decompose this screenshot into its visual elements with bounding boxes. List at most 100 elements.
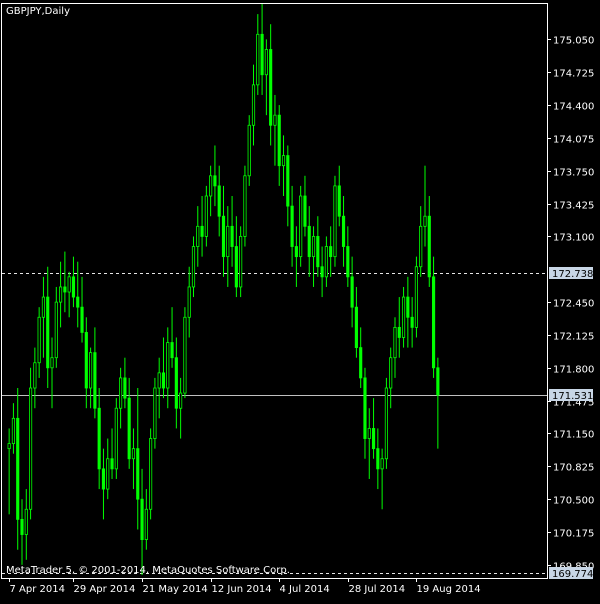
y-tick-label: 170.825 bbox=[553, 463, 594, 474]
candle-body-bearish bbox=[230, 225, 234, 247]
candle-body-bullish bbox=[209, 175, 213, 197]
candle-body-bullish bbox=[144, 508, 148, 540]
candle-body-bullish bbox=[414, 266, 418, 328]
x-tick-label: 21 May 2014 bbox=[143, 584, 208, 595]
candle-body-bearish bbox=[140, 498, 144, 540]
price-level-label: 171.531 bbox=[552, 391, 593, 402]
candle-body-bearish bbox=[359, 347, 363, 379]
candle-body-bullish bbox=[251, 84, 256, 126]
candle-body-bullish bbox=[299, 195, 303, 258]
x-tick-label: 29 Apr 2014 bbox=[74, 584, 136, 595]
y-tick-label: 170.500 bbox=[553, 496, 594, 507]
y-tick-label: 173.425 bbox=[553, 201, 594, 212]
y-tick-label: 174.075 bbox=[553, 135, 594, 146]
candle-body-bearish bbox=[397, 326, 401, 338]
candle-body-bearish bbox=[286, 155, 290, 207]
candle-body-bearish bbox=[371, 428, 376, 450]
candle-body-bearish bbox=[376, 448, 380, 470]
candle-body-bearish bbox=[410, 316, 414, 328]
candle-body-bullish bbox=[243, 175, 247, 237]
candle-body-bearish bbox=[110, 458, 114, 470]
candle-body-bearish bbox=[320, 266, 324, 278]
candle-body-bullish bbox=[183, 316, 187, 394]
candle-body-bearish bbox=[161, 372, 166, 389]
y-tick-label: 172.450 bbox=[553, 299, 594, 310]
candle-body-bullish bbox=[29, 387, 33, 510]
candle-body-bearish bbox=[136, 448, 140, 500]
candle-body-bullish bbox=[11, 417, 16, 444]
candle-body-bearish bbox=[84, 332, 88, 389]
candle-body-bearish bbox=[363, 377, 367, 439]
candle-body-bullish bbox=[380, 458, 384, 470]
candle-body-bearish bbox=[269, 49, 273, 126]
candle-body-bullish bbox=[273, 114, 277, 126]
candle-body-bearish bbox=[76, 296, 80, 308]
candle-body-bearish bbox=[63, 286, 67, 293]
candle-body-bearish bbox=[123, 377, 127, 399]
candle-body-bullish bbox=[419, 225, 423, 268]
x-tick-label: 19 Aug 2014 bbox=[417, 584, 481, 595]
candle-body-bearish bbox=[307, 225, 311, 258]
candle-body-bearish bbox=[93, 352, 97, 409]
candle-body-bullish bbox=[179, 392, 183, 409]
candle-body-bearish bbox=[294, 246, 298, 258]
y-tick-label: 171.150 bbox=[553, 430, 594, 441]
x-tick-label: 4 Jul 2014 bbox=[280, 584, 330, 595]
candle-body-bullish bbox=[149, 438, 153, 510]
candle-body-bearish bbox=[127, 397, 131, 460]
candle-body-bullish bbox=[333, 185, 337, 258]
candle-body-bullish bbox=[89, 352, 93, 389]
candle-body-bullish bbox=[256, 33, 260, 86]
candle-body-bearish bbox=[354, 306, 358, 348]
price-level-label: 172.738 bbox=[552, 269, 593, 280]
chart-background bbox=[0, 0, 600, 600]
candle-body-bearish bbox=[174, 357, 178, 409]
x-tick-label: 28 Jul 2014 bbox=[349, 584, 406, 595]
copyright-text: MetaTrader 5, © 2001-2014, MetaQuotes So… bbox=[6, 565, 290, 576]
candle-body-bearish bbox=[406, 296, 410, 318]
candle-body-bearish bbox=[217, 185, 221, 217]
candle-body-bearish bbox=[350, 276, 354, 308]
symbol-label: GBPJPY,Daily bbox=[6, 6, 70, 17]
x-tick-label: 12 Jun 2014 bbox=[212, 584, 272, 595]
candle-body-bearish bbox=[341, 215, 346, 247]
candle-body-bearish bbox=[277, 114, 281, 167]
candle-body-bullish bbox=[24, 508, 28, 535]
candle-body-bullish bbox=[311, 236, 316, 258]
y-tick-label: 175.050 bbox=[553, 36, 594, 47]
candle-body-bullish bbox=[401, 296, 406, 338]
candle-body-bearish bbox=[329, 246, 333, 258]
candle-body-bullish bbox=[239, 236, 243, 288]
candle-body-bearish bbox=[200, 225, 204, 237]
candle-body-bullish bbox=[367, 428, 371, 439]
candle-body-bullish bbox=[247, 124, 251, 177]
candle-body-bullish bbox=[106, 458, 110, 490]
candle-body-bearish bbox=[221, 215, 226, 258]
candle-body-bullish bbox=[153, 387, 157, 439]
candle-body-bullish bbox=[389, 357, 393, 389]
candle-body-bullish bbox=[393, 326, 397, 359]
candle-body-bullish bbox=[37, 316, 41, 364]
candle-body-bullish bbox=[119, 377, 123, 409]
candle-body-bullish bbox=[7, 443, 11, 450]
candle-body-bearish bbox=[80, 306, 84, 333]
candle-body-bearish bbox=[316, 236, 320, 268]
candle-body-bullish bbox=[166, 342, 170, 389]
candle-body-bullish bbox=[157, 372, 161, 389]
candle-body-bullish bbox=[54, 301, 58, 359]
candle-body-bullish bbox=[196, 225, 200, 247]
y-tick-label: 170.175 bbox=[553, 529, 594, 540]
candle-body-bearish bbox=[431, 276, 436, 369]
candle-body-bullish bbox=[114, 407, 118, 470]
candle-body-bullish bbox=[131, 448, 136, 460]
candle-body-bullish bbox=[324, 246, 328, 278]
candle-body-bearish bbox=[46, 296, 50, 369]
candle-body-bearish bbox=[436, 367, 440, 396]
candle-body-bearish bbox=[346, 246, 350, 278]
candle-body-bullish bbox=[423, 215, 427, 227]
y-tick-label: 174.400 bbox=[553, 102, 594, 113]
candle-body-bearish bbox=[337, 185, 341, 217]
candlestick-chart: 175.050 174.725 174.400 174.075 173.750 173.4… bbox=[0, 0, 600, 600]
y-tick-label: 174.725 bbox=[553, 69, 594, 80]
candle-body-bullish bbox=[384, 387, 388, 460]
